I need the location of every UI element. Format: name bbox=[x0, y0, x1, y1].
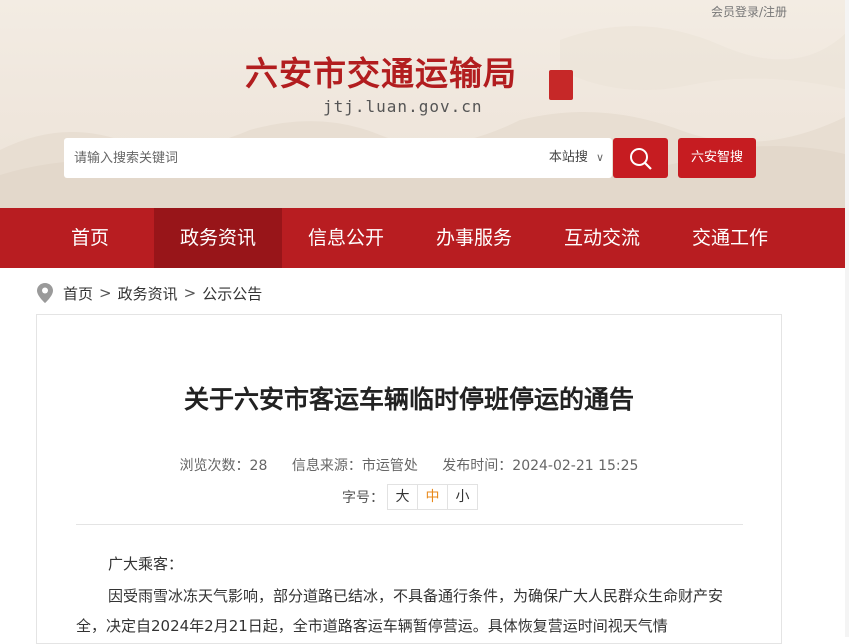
site-header: 会员登录/注册 六安市交通运输局 jtj.luan.gov.cn 本站搜 ∨ 六安… bbox=[0, 0, 849, 208]
publish-time: 发布时间：2024-02-21 15:25 bbox=[442, 458, 639, 474]
article-title: 关于六安市客运车辆临时停班停运的通告 bbox=[183, 385, 634, 414]
page-scrollbar[interactable] bbox=[845, 0, 849, 637]
view-count: 浏览次数：28 bbox=[179, 458, 268, 474]
breadcrumb: 首页 > 政务资讯 > 公示公告 bbox=[37, 282, 262, 304]
search-scope-label: 本站搜 bbox=[548, 150, 588, 165]
article-meta: 浏览次数：28 信息来源：市运管处 发布时间：2024-02-21 15:25 bbox=[0, 455, 818, 475]
breadcrumb-home[interactable]: 首页 bbox=[63, 283, 93, 304]
breadcrumb-government-news[interactable]: 政务资讯 bbox=[118, 283, 178, 304]
search-icon bbox=[630, 148, 652, 170]
smart-search-button[interactable]: 六安智搜 bbox=[678, 138, 756, 178]
site-title: 六安市交通运输局 bbox=[245, 54, 517, 93]
search-input[interactable] bbox=[64, 138, 514, 178]
breadcrumb-separator: > bbox=[99, 284, 112, 302]
info-source: 信息来源：市运管处 bbox=[291, 458, 418, 474]
site-domain: jtj.luan.gov.cn bbox=[323, 97, 483, 116]
location-pin-icon bbox=[37, 283, 53, 303]
member-login-register-link[interactable]: 会员登录/注册 bbox=[711, 3, 787, 20]
main-nav: 首页 政务资讯 信息公开 办事服务 互动交流 交通工作 bbox=[0, 208, 849, 268]
search-button[interactable] bbox=[613, 138, 668, 178]
font-size-switcher: 字号： 大 中 小 bbox=[342, 484, 478, 510]
nav-item-transport-work[interactable]: 交通工作 bbox=[666, 208, 794, 268]
font-size-small[interactable]: 小 bbox=[447, 484, 478, 510]
article-divider bbox=[76, 524, 743, 525]
nav-item-services[interactable]: 办事服务 bbox=[410, 208, 538, 268]
nav-item-interaction[interactable]: 互动交流 bbox=[538, 208, 666, 268]
nav-item-info-disclosure[interactable]: 信息公开 bbox=[282, 208, 410, 268]
article-body: 因受雨雪冰冻天气影响，部分道路已结冰，不具备通行条件，为确保广大人民群众生命财产… bbox=[76, 587, 724, 635]
search-bar: 本站搜 ∨ bbox=[64, 138, 612, 178]
breadcrumb-announcements[interactable]: 公示公告 bbox=[202, 283, 262, 304]
breadcrumb-separator: > bbox=[183, 284, 197, 302]
nav-item-government-news[interactable]: 政务资讯 bbox=[154, 208, 282, 268]
font-size-medium[interactable]: 中 bbox=[417, 484, 448, 510]
nav-item-home[interactable]: 首页 bbox=[26, 208, 154, 268]
search-scope-select[interactable]: 本站搜 ∨ bbox=[549, 138, 604, 178]
article-greeting: 广大乘客： bbox=[108, 555, 184, 573]
seal-icon bbox=[549, 70, 573, 100]
chevron-down-icon: ∨ bbox=[595, 151, 604, 164]
font-size-label: 字号： bbox=[342, 490, 384, 506]
font-size-large[interactable]: 大 bbox=[387, 484, 418, 510]
login-register-label[interactable]: 会员登录/注册 bbox=[711, 5, 787, 19]
